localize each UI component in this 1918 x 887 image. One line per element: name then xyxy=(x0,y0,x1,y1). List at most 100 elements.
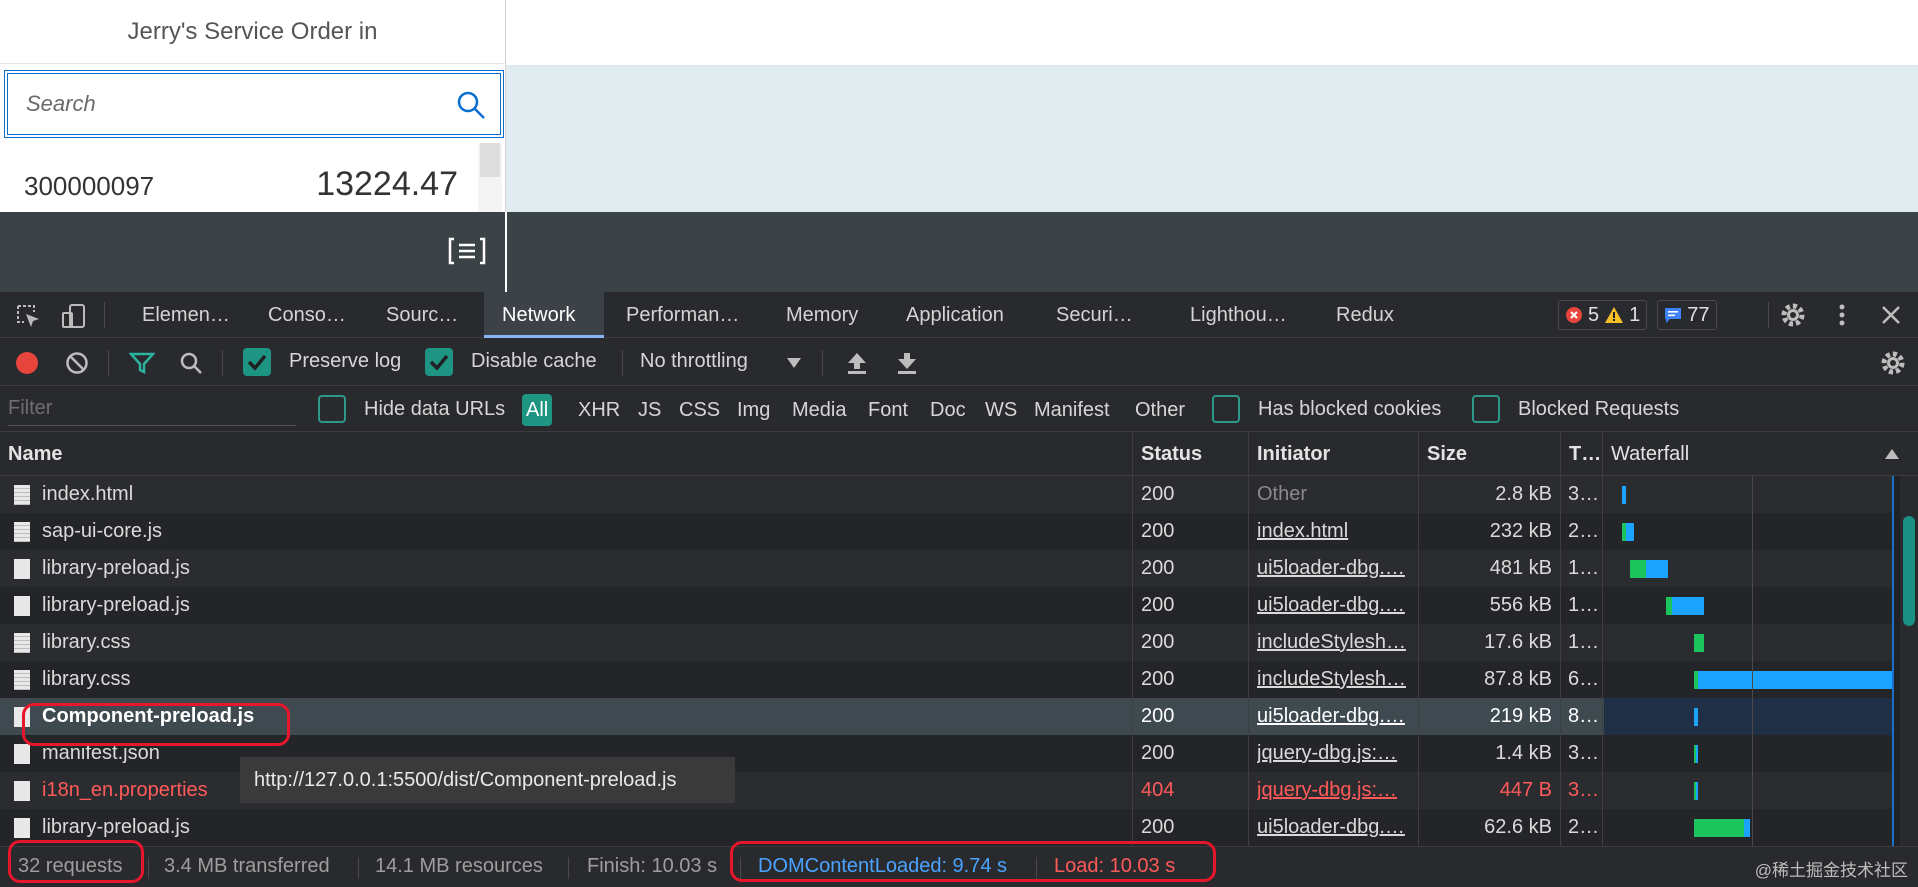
tab-security[interactable]: Securi… xyxy=(1046,292,1143,338)
error-warning-badge[interactable]: 5 1 xyxy=(1558,300,1648,330)
request-status: 200 xyxy=(1141,631,1175,653)
request-status: 200 xyxy=(1141,668,1175,690)
table-row[interactable]: sap-ui-core.js 200 index.html 232 kB 2… xyxy=(0,513,1604,550)
message-icon xyxy=(1665,308,1682,323)
request-size: 1.4 kB xyxy=(1495,742,1552,764)
table-row[interactable]: library.css 200 includeStylesh… 17.6 kB 1… xyxy=(0,624,1604,661)
error-icon xyxy=(1566,307,1582,323)
waterfall-cell xyxy=(1604,661,1894,698)
filter-type-xhr[interactable]: XHR xyxy=(578,394,620,426)
preserve-log-checkbox[interactable] xyxy=(243,348,271,376)
column-size[interactable]: Size xyxy=(1419,432,1467,476)
filter-type-all[interactable]: All xyxy=(522,394,553,426)
waterfall-cell xyxy=(1604,550,1894,587)
table-scrollbar[interactable] xyxy=(1900,476,1918,846)
message-count: 77 xyxy=(1687,303,1710,326)
list-menu-icon[interactable] xyxy=(448,236,486,266)
tab-performance[interactable]: Performan… xyxy=(616,292,749,338)
request-name: library.css xyxy=(42,631,131,653)
request-initiator[interactable]: ui5loader-dbg.… xyxy=(1257,698,1409,735)
request-initiator[interactable]: includeStylesh… xyxy=(1257,624,1409,661)
search-field[interactable] xyxy=(4,70,504,138)
filter-type-manifest[interactable]: Manifest xyxy=(1034,394,1110,426)
filter-input[interactable] xyxy=(8,392,296,426)
tab-network[interactable]: Network xyxy=(484,292,604,338)
tab-lighthouse[interactable]: Lighthou… xyxy=(1180,292,1297,338)
import-har-icon[interactable] xyxy=(844,350,870,376)
footer-divider xyxy=(505,212,507,292)
request-size: 2.8 kB xyxy=(1495,483,1552,505)
request-initiator[interactable]: includeStylesh… xyxy=(1257,661,1409,698)
blocked-requests-checkbox[interactable] xyxy=(1472,395,1500,423)
list-item[interactable]: 300000097 13224.47 xyxy=(0,143,478,212)
column-initiator[interactable]: Initiator xyxy=(1249,432,1330,476)
scrollbar-thumb[interactable] xyxy=(1903,516,1915,626)
request-initiator[interactable]: ui5loader-dbg.… xyxy=(1257,809,1409,846)
resources-size: 14.1 MB resources xyxy=(375,855,543,877)
request-initiator[interactable]: ui5loader-dbg.… xyxy=(1257,587,1409,624)
network-settings-gear-icon[interactable] xyxy=(1878,348,1908,378)
request-size: 87.8 kB xyxy=(1484,668,1552,690)
search-icon[interactable] xyxy=(178,350,204,376)
table-row[interactable]: index.html 200 Other 2.8 kB 3… xyxy=(0,476,1604,513)
device-toolbar-icon[interactable] xyxy=(60,302,88,330)
waterfall-bar-download xyxy=(1622,486,1626,504)
tab-console[interactable]: Conso… xyxy=(258,292,356,338)
watermark: @稀土掘金技术社区 xyxy=(1754,861,1908,880)
filter-type-other[interactable]: Other xyxy=(1135,394,1185,426)
detail-content xyxy=(506,66,1918,212)
search-input[interactable] xyxy=(8,74,448,134)
filter-type-media[interactable]: Media xyxy=(792,394,846,426)
settings-gear-icon[interactable] xyxy=(1778,300,1808,330)
list-scrollbar[interactable] xyxy=(478,143,502,212)
error-count: 5 xyxy=(1588,303,1600,326)
filter-type-css[interactable]: CSS xyxy=(679,394,720,426)
request-initiator: Other xyxy=(1257,483,1308,505)
request-initiator[interactable]: ui5loader-dbg.… xyxy=(1257,550,1409,587)
column-time[interactable]: T… xyxy=(1561,432,1601,476)
tab-elements[interactable]: Elemen… xyxy=(132,292,240,338)
close-icon[interactable] xyxy=(1878,302,1904,328)
request-size: 219 kB xyxy=(1489,705,1552,727)
hide-data-urls-checkbox[interactable] xyxy=(318,395,346,423)
filter-bar: Hide data URLs All XHR JS CSS Img Media … xyxy=(0,386,1918,432)
filter-type-doc[interactable]: Doc xyxy=(930,394,966,426)
export-har-icon[interactable] xyxy=(894,350,920,376)
request-initiator[interactable]: jquery-dbg.js:… xyxy=(1257,735,1409,772)
request-size: 556 kB xyxy=(1489,594,1552,616)
table-row[interactable]: library.css 200 includeStylesh… 87.8 kB 6… xyxy=(0,661,1604,698)
tab-application[interactable]: Application xyxy=(896,292,1014,338)
tab-memory[interactable]: Memory xyxy=(776,292,868,338)
issue-badges[interactable]: 5 1 77 xyxy=(1558,300,1717,330)
search-icon[interactable] xyxy=(456,90,486,120)
disable-cache-checkbox[interactable] xyxy=(425,348,453,376)
table-row[interactable]: library-preload.js 200 ui5loader-dbg.… 481 … xyxy=(0,550,1604,587)
request-initiator[interactable]: jquery-dbg.js:… xyxy=(1257,772,1409,809)
file-icon xyxy=(14,633,30,653)
filter-type-js[interactable]: JS xyxy=(638,394,661,426)
request-size: 62.6 kB xyxy=(1484,816,1552,838)
column-status[interactable]: Status xyxy=(1133,432,1202,476)
tab-sources[interactable]: Sourc… xyxy=(376,292,468,338)
column-waterfall[interactable]: Waterfall xyxy=(1603,432,1689,476)
tab-redux[interactable]: Redux xyxy=(1326,292,1404,338)
table-row[interactable]: library-preload.js 200 ui5loader-dbg.… 556 … xyxy=(0,587,1604,624)
has-blocked-cookies-checkbox[interactable] xyxy=(1212,395,1240,423)
request-status: 200 xyxy=(1141,594,1175,616)
request-name: library-preload.js xyxy=(42,594,190,616)
filter-type-font[interactable]: Font xyxy=(868,394,908,426)
waterfall-bar-download xyxy=(1626,523,1634,541)
messages-badge[interactable]: 77 xyxy=(1657,300,1717,330)
scrollbar-thumb[interactable] xyxy=(480,143,500,177)
inspect-element-icon[interactable] xyxy=(14,302,42,330)
sort-ascending-icon[interactable] xyxy=(1884,448,1900,460)
more-options-icon[interactable] xyxy=(1830,300,1854,330)
column-name[interactable]: Name xyxy=(0,432,62,476)
record-icon[interactable] xyxy=(14,350,40,376)
request-initiator[interactable]: index.html xyxy=(1257,513,1409,550)
filter-icon[interactable] xyxy=(128,350,156,376)
request-time: 2… xyxy=(1568,816,1600,838)
filter-type-ws[interactable]: WS xyxy=(985,394,1017,426)
filter-type-img[interactable]: Img xyxy=(737,394,770,426)
clear-icon[interactable] xyxy=(64,350,90,376)
